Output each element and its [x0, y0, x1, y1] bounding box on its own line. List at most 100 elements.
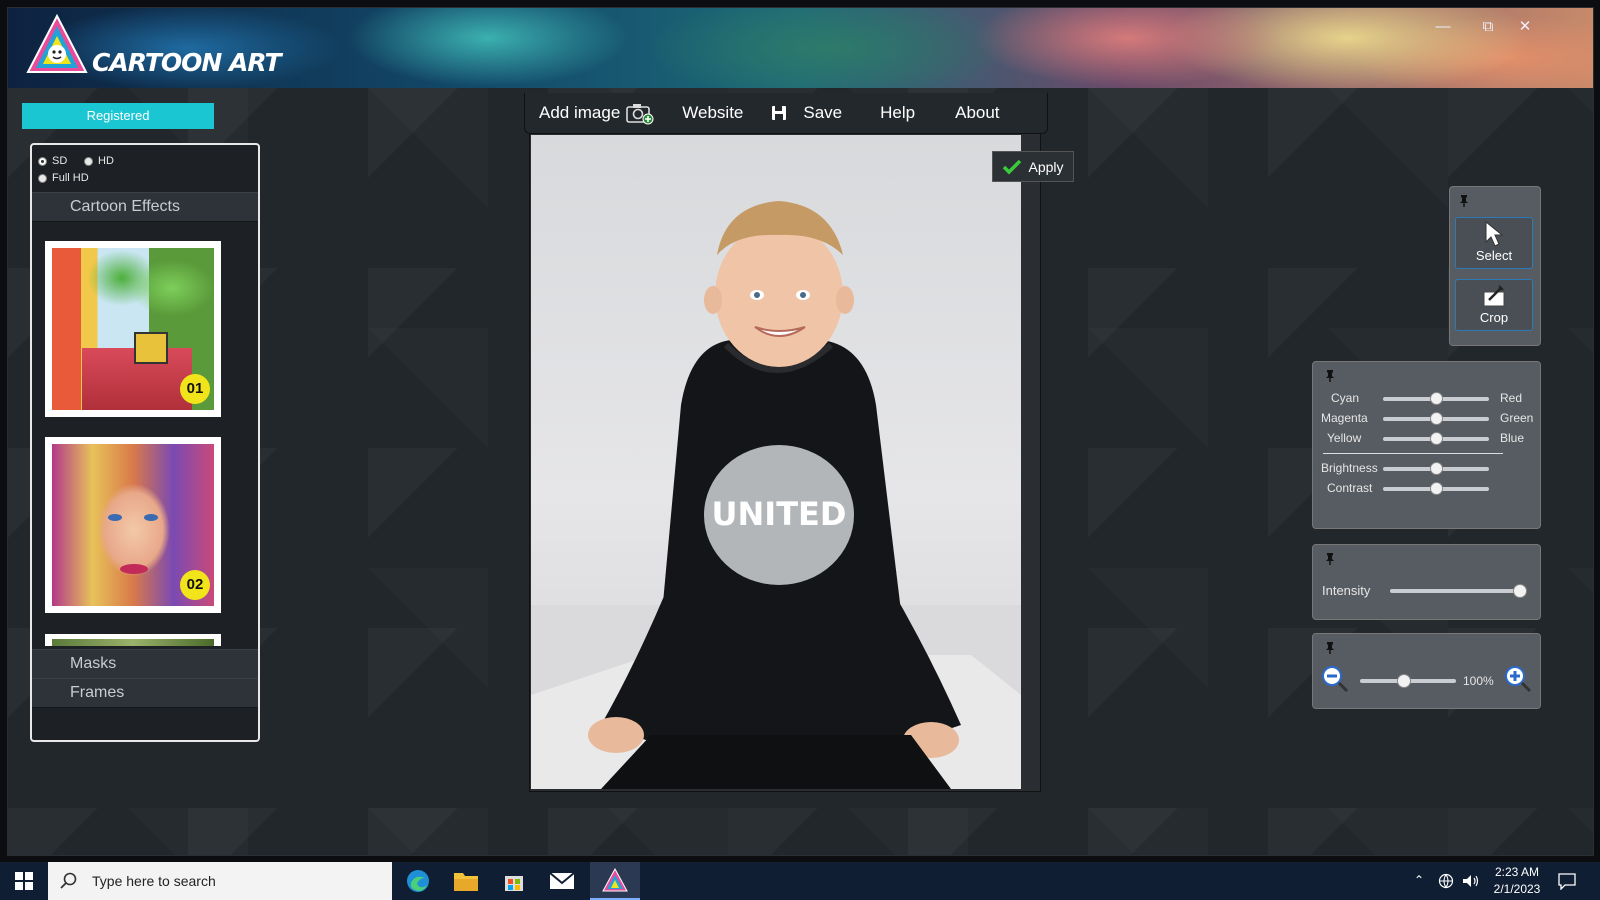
network-globe-icon[interactable] [1438, 873, 1454, 889]
contrast-label: Contrast [1327, 481, 1373, 495]
effects-panel: SD HD Full HD Cartoon Effects 01 02 Mask… [30, 143, 260, 742]
tools-panel: Select Crop [1449, 186, 1541, 346]
photo-boy-in-hoodie: UNITED [531, 201, 1021, 789]
zoom-knob[interactable] [1397, 674, 1411, 688]
clock-date: 2/1/2023 [1493, 882, 1541, 896]
crop-icon [1483, 285, 1505, 307]
cartoon-effects-header[interactable]: Cartoon Effects [32, 192, 258, 222]
brightness-knob[interactable] [1430, 462, 1443, 475]
contrast-slider[interactable]: Contrast [1313, 480, 1539, 498]
radio-fullhd-label: Full HD [52, 172, 89, 184]
windows-start-icon[interactable] [2, 865, 46, 897]
registered-badge[interactable]: Registered [22, 103, 214, 129]
radio-hd[interactable]: HD [84, 155, 114, 167]
pin-icon[interactable] [1457, 194, 1471, 208]
pin-icon[interactable] [1323, 641, 1337, 655]
cyan-red-slider[interactable]: Cyan Red [1313, 390, 1539, 408]
blue-label: Blue [1500, 431, 1525, 445]
edge-browser-icon[interactable] [396, 865, 440, 897]
pin-icon[interactable] [1323, 369, 1337, 383]
intensity-track[interactable] [1390, 589, 1522, 593]
select-tool-button[interactable]: Select [1455, 217, 1533, 269]
cyan-label: Cyan [1331, 391, 1360, 405]
yellow-blue-knob[interactable] [1430, 432, 1443, 445]
effect-thumbnail-03-partial[interactable] [45, 634, 221, 646]
radio-hd-label: HD [98, 155, 114, 167]
magenta-label: Magenta [1321, 411, 1368, 425]
radio-sd-button[interactable] [38, 156, 47, 166]
taskbar-search-input[interactable]: Type here to search [48, 862, 392, 900]
image-canvas[interactable]: UNITED [529, 133, 1041, 792]
add-image-button[interactable]: Add image [525, 93, 668, 133]
chevron-up-icon[interactable]: ⌃ [1414, 873, 1424, 887]
clock-time: 2:23 AM [1494, 865, 1540, 879]
website-button[interactable]: Website [668, 93, 757, 133]
pin-icon[interactable] [1323, 552, 1337, 566]
apply-label: Apply [1028, 158, 1064, 175]
floppy-disk-icon [772, 106, 787, 120]
app-window: CARTOON ART — ⧉ ✕ Registered SD HD Full … [7, 7, 1594, 856]
about-button[interactable]: About [929, 93, 1013, 133]
volume-icon[interactable] [1462, 873, 1480, 889]
add-image-label: Add image [539, 103, 621, 122]
about-label: About [955, 103, 1000, 122]
intensity-panel: Intensity [1312, 544, 1541, 620]
checkmark-icon [1003, 159, 1022, 174]
app-title: CARTOON ART [92, 48, 282, 77]
app-logo-icon [26, 14, 88, 73]
frames-header[interactable]: Frames [32, 678, 258, 708]
notification-icon[interactable] [1558, 872, 1576, 890]
store-icon[interactable] [492, 865, 536, 897]
contrast-knob[interactable] [1430, 482, 1443, 495]
yellow-blue-slider[interactable]: Yellow Blue [1313, 430, 1539, 448]
effect-thumbnail-01[interactable]: 01 [45, 241, 221, 417]
color-adjust-panel: Cyan Red Magenta Green Yellow Blue Brigh… [1312, 361, 1541, 529]
restore-button[interactable]: ⧉ [1471, 16, 1505, 38]
select-tool-label: Select [1475, 248, 1513, 263]
radio-sd[interactable]: SD [38, 155, 67, 167]
cyan-red-knob[interactable] [1430, 392, 1443, 405]
radio-hd-button[interactable] [84, 156, 93, 166]
frames-label: Frames [70, 684, 125, 701]
cartoon-effects-label: Cartoon Effects [70, 198, 180, 215]
search-icon [60, 872, 77, 889]
crop-tool-label: Crop [1479, 310, 1509, 325]
brightness-slider[interactable]: Brightness [1313, 460, 1539, 478]
main-toolbar: Add image Website Save Help About [524, 93, 1048, 134]
website-label: Website [682, 103, 744, 122]
save-button[interactable]: Save [757, 93, 856, 133]
intensity-knob[interactable] [1513, 584, 1527, 598]
cursor-arrow-icon [1485, 220, 1504, 247]
brightness-label: Brightness [1321, 461, 1378, 475]
zoom-panel: 100% [1312, 633, 1541, 709]
intensity-label: Intensity [1322, 583, 1371, 598]
clock[interactable]: 2:23 AM 2/1/2023 [1488, 865, 1546, 896]
help-label: Help [880, 103, 916, 122]
svg-text:UNITED: UNITED [712, 495, 847, 533]
search-placeholder: Type here to search [92, 873, 216, 889]
magenta-green-knob[interactable] [1430, 412, 1443, 425]
mail-icon[interactable] [540, 865, 584, 897]
masks-label: Masks [70, 655, 117, 672]
apply-button[interactable]: Apply [992, 151, 1074, 182]
file-explorer-icon[interactable] [444, 865, 488, 897]
minimize-button[interactable]: — [1426, 16, 1460, 38]
cartoon-art-taskbar-icon[interactable] [590, 862, 640, 900]
close-button[interactable]: ✕ [1508, 16, 1542, 38]
green-label: Green [1500, 411, 1534, 425]
masks-header[interactable]: Masks [32, 649, 258, 679]
effect-thumbnail-01-image: 01 [52, 248, 214, 410]
radio-fullhd-button[interactable] [38, 173, 47, 183]
help-button[interactable]: Help [856, 93, 929, 133]
zoom-value: 100% [1463, 674, 1494, 688]
effect-thumbnail-02[interactable]: 02 [45, 437, 221, 613]
yellow-label: Yellow [1327, 431, 1362, 445]
loaded-photo: UNITED [531, 135, 1021, 789]
magenta-green-slider[interactable]: Magenta Green [1313, 410, 1539, 428]
radio-fullhd[interactable]: Full HD [38, 172, 89, 184]
crop-tool-button[interactable]: Crop [1455, 279, 1533, 331]
windows-taskbar: Type here to search ⌃ 2:23 AM 2/1/2023 [0, 862, 1600, 900]
red-label: Red [1500, 391, 1523, 405]
zoom-in-icon[interactable] [1503, 664, 1533, 694]
zoom-out-icon[interactable] [1320, 664, 1350, 694]
